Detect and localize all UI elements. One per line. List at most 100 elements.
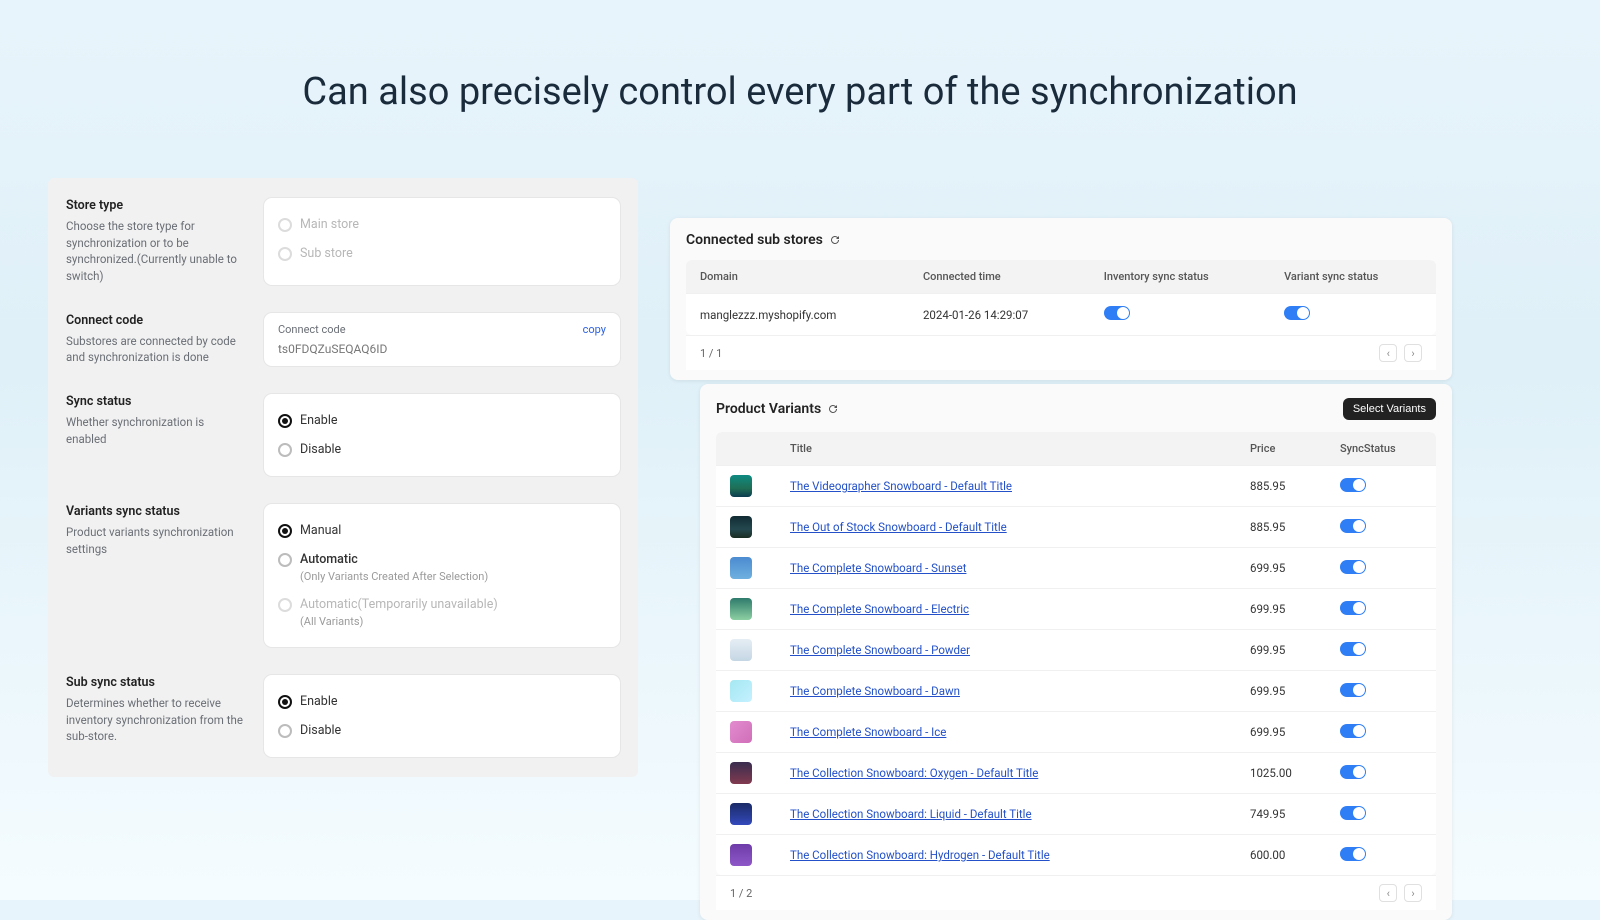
variant-link[interactable]: The Videographer Snowboard - Default Tit… <box>790 479 1012 493</box>
variant-link[interactable]: The Collection Snowboard: Liquid - Defau… <box>790 807 1032 821</box>
cell-thumb <box>716 466 776 507</box>
cell-price: 699.95 <box>1236 630 1326 671</box>
cell-sync <box>1326 466 1436 507</box>
toggle-switch[interactable] <box>1340 765 1366 779</box>
sub-sync-enable[interactable]: Enable <box>278 687 606 716</box>
radio-icon <box>278 247 292 261</box>
variants-title: Product Variants <box>716 401 821 417</box>
toggle-switch[interactable] <box>1340 642 1366 656</box>
cell-price: 699.95 <box>1236 589 1326 630</box>
variant-link[interactable]: The Complete Snowboard - Dawn <box>790 684 960 698</box>
toggle-switch[interactable] <box>1340 478 1366 492</box>
variants-sync-control: Manual Automatic (Only Variants Created … <box>264 504 620 647</box>
sync-disable[interactable]: Disable <box>278 435 606 464</box>
radio-icon <box>278 414 292 428</box>
refresh-icon[interactable] <box>827 403 839 415</box>
toggle-switch[interactable] <box>1340 724 1366 738</box>
variants-sync-title: Variants sync status <box>66 504 246 519</box>
connected-title: Connected sub stores <box>686 232 823 248</box>
refresh-icon[interactable] <box>829 234 841 246</box>
product-thumb <box>730 557 752 579</box>
cell-thumb <box>716 753 776 794</box>
sync-status-control: Enable Disable <box>264 394 620 476</box>
toggle-switch[interactable] <box>1340 683 1366 697</box>
cell-domain: manglezzz.myshopify.com <box>686 294 909 336</box>
variants-sync-desc: Product variants synchronization setting… <box>66 524 246 557</box>
radio-icon <box>278 524 292 538</box>
radio-label: Automatic <box>300 552 358 567</box>
variant-link[interactable]: The Out of Stock Snowboard - Default Tit… <box>790 520 1007 534</box>
toggle-switch[interactable] <box>1340 601 1366 615</box>
sync-enable[interactable]: Enable <box>278 406 606 435</box>
radio-sublabel: (All Variants) <box>300 615 498 628</box>
pager-text: 1 / 2 <box>730 887 752 900</box>
table-row: The Complete Snowboard - Powder 699.95 <box>716 630 1436 671</box>
connected-substores-card: Connected sub stores Domain Connected ti… <box>670 218 1452 380</box>
toggle-switch[interactable] <box>1340 560 1366 574</box>
select-variants-button[interactable]: Select Variants <box>1343 398 1436 420</box>
copy-button[interactable]: copy <box>583 323 606 336</box>
cell-sync <box>1326 671 1436 712</box>
cell-inv-sync <box>1090 294 1270 336</box>
table-row: The Collection Snowboard: Hydrogen - Def… <box>716 835 1436 876</box>
radio-label: Automatic(Temporarily unavailable) <box>300 597 498 612</box>
variant-link[interactable]: The Complete Snowboard - Powder <box>790 643 970 657</box>
cell-title: The Complete Snowboard - Dawn <box>776 671 1236 712</box>
pager-text: 1 / 1 <box>700 347 722 360</box>
store-type-main[interactable]: Main store <box>278 210 606 239</box>
radio-icon <box>278 695 292 709</box>
variant-link[interactable]: The Complete Snowboard - Electric <box>790 602 969 616</box>
variants-pager: 1 / 2 ‹ › <box>716 875 1436 910</box>
pager-next[interactable]: › <box>1404 884 1422 902</box>
sync-status-title: Sync status <box>66 394 246 409</box>
cell-thumb <box>716 712 776 753</box>
radio-icon <box>278 443 292 457</box>
toggle-switch[interactable] <box>1340 847 1366 861</box>
variant-link[interactable]: The Collection Snowboard: Hydrogen - Def… <box>790 848 1050 862</box>
radio-icon <box>278 724 292 738</box>
variant-link[interactable]: The Collection Snowboard: Oxygen - Defau… <box>790 766 1038 780</box>
cell-price: 885.95 <box>1236 466 1326 507</box>
cell-sync <box>1326 589 1436 630</box>
cell-price: 749.95 <box>1236 794 1326 835</box>
pager-prev[interactable]: ‹ <box>1379 344 1397 362</box>
connect-code-desc: Substores are connected by code and sync… <box>66 333 246 366</box>
cell-sync <box>1326 835 1436 876</box>
variants-table: Title Price SyncStatus The Videographer … <box>716 432 1436 875</box>
radio-label: Disable <box>300 723 341 738</box>
variant-link[interactable]: The Complete Snowboard - Ice <box>790 725 946 739</box>
toggle-switch[interactable] <box>1104 306 1130 320</box>
toggle-switch[interactable] <box>1284 306 1310 320</box>
table-row: The Complete Snowboard - Sunset699.95 <box>716 548 1436 589</box>
cell-title: The Videographer Snowboard - Default Tit… <box>776 466 1236 507</box>
variants-manual[interactable]: Manual <box>278 516 606 545</box>
cell-title: The Out of Stock Snowboard - Default Tit… <box>776 507 1236 548</box>
sub-sync-disable[interactable]: Disable <box>278 716 606 745</box>
radio-icon <box>278 218 292 232</box>
radio-label: Disable <box>300 442 341 457</box>
store-type-control: Main store Sub store <box>264 198 620 285</box>
cell-price: 885.95 <box>1236 507 1326 548</box>
radio-icon <box>278 553 292 567</box>
radio-icon <box>278 598 292 612</box>
product-thumb <box>730 639 752 661</box>
toggle-switch[interactable] <box>1340 806 1366 820</box>
cell-thumb <box>716 794 776 835</box>
store-type-desc: Choose the store type for synchronizatio… <box>66 218 246 285</box>
variant-link[interactable]: The Complete Snowboard - Sunset <box>790 561 966 575</box>
cell-price: 699.95 <box>1236 671 1326 712</box>
pager-prev[interactable]: ‹ <box>1379 884 1397 902</box>
pager-next[interactable]: › <box>1404 344 1422 362</box>
radio-label: Main store <box>300 217 359 232</box>
cell-price: 699.95 <box>1236 712 1326 753</box>
cell-sync <box>1326 507 1436 548</box>
table-row: The Complete Snowboard - Ice 699.95 <box>716 712 1436 753</box>
connected-pager: 1 / 1 ‹ › <box>686 335 1436 370</box>
store-type-sub[interactable]: Sub store <box>278 239 606 268</box>
variants-auto[interactable]: Automatic (Only Variants Created After S… <box>278 545 606 590</box>
radio-label: Enable <box>300 694 338 709</box>
connect-code-title: Connect code <box>66 313 246 328</box>
store-type-row: Store type Choose the store type for syn… <box>66 198 620 285</box>
sub-sync-control: Enable Disable <box>264 675 620 757</box>
toggle-switch[interactable] <box>1340 519 1366 533</box>
